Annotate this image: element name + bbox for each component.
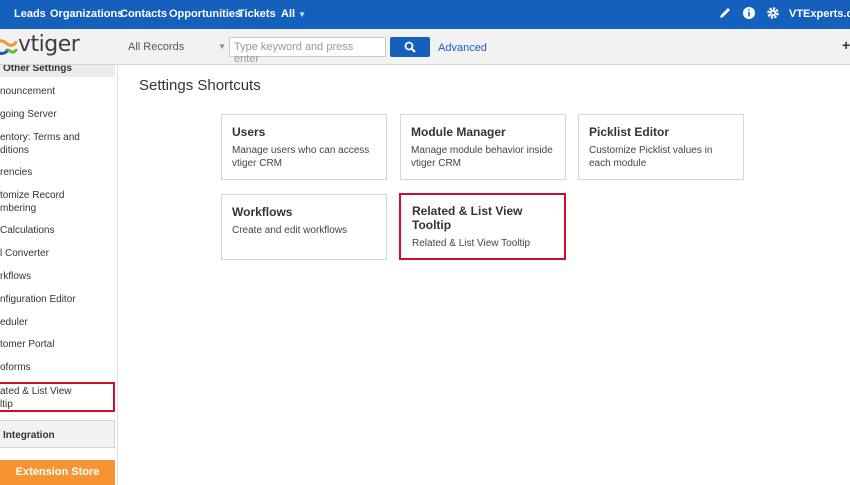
sidebar-item-converter[interactable]: l Converter xyxy=(0,247,115,260)
shortcut-card-users[interactable]: Users Manage users who can access vtiger… xyxy=(221,114,387,180)
extension-store-button[interactable]: Extension Store xyxy=(0,460,115,485)
card-description: Create and edit workflows xyxy=(232,225,348,236)
shortcut-card-module-manager[interactable]: Module Manager Manage module behavior in… xyxy=(400,114,566,180)
sidebar-item-label: entory: Terms and xyxy=(0,132,80,143)
sidebar-section-title[interactable]: Other Settings xyxy=(0,65,115,77)
sidebar-item-webforms[interactable]: oforms xyxy=(0,361,115,374)
sidebar-item-label: ated & List View xyxy=(0,386,72,397)
search-input[interactable]: Type keyword and press enter xyxy=(229,37,386,65)
user-menu[interactable]: VTExperts.com xyxy=(789,8,850,20)
shortcut-card-related-list-view-tooltip[interactable]: Related & List View Tooltip Related & Li… xyxy=(399,193,566,260)
card-title: Module Manager xyxy=(411,125,506,139)
search-icon xyxy=(404,41,416,53)
nav-leads[interactable]: Leads xyxy=(14,8,46,20)
search-button[interactable] xyxy=(390,37,430,57)
sidebar-item-configuration-editor[interactable]: nfiguration Editor xyxy=(0,293,115,306)
sidebar-item-label: ditions xyxy=(0,145,29,156)
logo-text: vtiger xyxy=(18,32,80,57)
gear-icon[interactable] xyxy=(766,6,780,20)
sidebar-item-inventory-terms[interactable]: entory: Terms and ditions xyxy=(0,131,115,157)
sidebar-item-currencies[interactable]: rencies xyxy=(0,166,115,179)
chevron-down-icon: ▼ xyxy=(218,42,226,51)
nav-contacts[interactable]: Contacts xyxy=(120,8,167,20)
card-title: Related & List View Tooltip xyxy=(412,204,523,232)
select-value: All Records xyxy=(128,41,185,53)
sidebar-item-label: ltip xyxy=(0,399,13,410)
nav-all-label: All xyxy=(281,8,296,20)
sidebar-section-integration[interactable]: Integration xyxy=(0,420,115,448)
sidebar-item-scheduler[interactable]: eduler xyxy=(0,316,115,329)
top-navigation-bar: Leads Organizations Contacts Opportuniti… xyxy=(0,0,850,29)
search-scope-select[interactable]: All Records ▼ xyxy=(124,38,228,56)
sidebar-item-customer-portal[interactable]: tomer Portal xyxy=(0,338,115,351)
logo-swirl-icon xyxy=(0,39,18,55)
shortcut-card-picklist-editor[interactable]: Picklist Editor Customize Picklist value… xyxy=(578,114,744,180)
nav-organizations[interactable]: Organizations xyxy=(50,8,123,20)
sidebar-item-workflows[interactable]: rkflows xyxy=(0,270,115,283)
card-description: Manage users who can access vtiger CRM xyxy=(232,145,370,169)
sidebar-item-outgoing-server[interactable]: going Server xyxy=(0,108,115,121)
advanced-search-link[interactable]: Advanced xyxy=(438,42,487,54)
pencil-icon[interactable] xyxy=(718,6,732,20)
page-title: Settings Shortcuts xyxy=(139,77,261,94)
shortcut-card-workflows[interactable]: Workflows Create and edit workflows xyxy=(221,194,387,260)
nav-tickets[interactable]: Tickets xyxy=(238,8,276,20)
card-description: Customize Picklist values in each module xyxy=(589,145,713,169)
sidebar-item-related-list-view-tooltip[interactable]: ated & List View ltip xyxy=(0,382,115,412)
quick-create-icon[interactable]: + xyxy=(842,37,850,53)
header-bar: vtiger All Records ▼ Type keyword and pr… xyxy=(0,29,850,65)
card-description: Related & List View Tooltip xyxy=(412,238,531,249)
card-title: Workflows xyxy=(232,205,293,219)
card-description: Manage module behavior inside vtiger CRM xyxy=(411,145,553,169)
info-icon[interactable] xyxy=(742,6,756,20)
card-title: Users xyxy=(232,125,266,139)
sidebar-item-announcement[interactable]: nouncement xyxy=(0,85,115,98)
card-title: Picklist Editor xyxy=(589,125,670,139)
sidebar-item-label: tomize Record xyxy=(0,190,65,201)
nav-all-menu[interactable]: All ▼ xyxy=(281,8,306,20)
settings-sidebar: Other Settings nouncement going Server e… xyxy=(0,65,118,485)
nav-opportunities[interactable]: Opportunities xyxy=(169,8,241,20)
sidebar-item-label: mbering xyxy=(0,203,37,214)
chevron-down-icon: ▼ xyxy=(298,10,306,19)
sidebar-item-calculations[interactable]: Calculations xyxy=(0,224,115,237)
sidebar-item-customize-record-numbering[interactable]: tomize Record mbering xyxy=(0,189,115,215)
